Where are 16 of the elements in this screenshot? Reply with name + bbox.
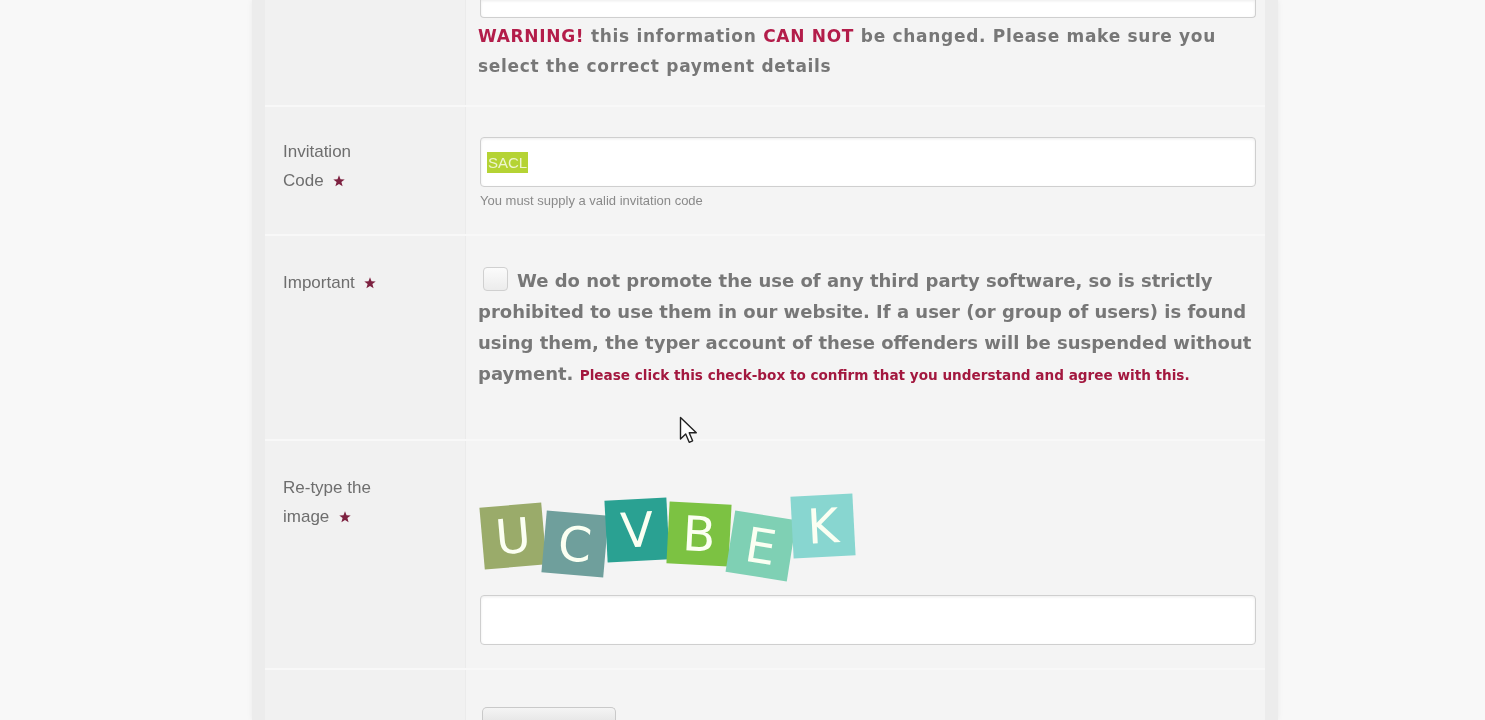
- captcha-letter-tile: K: [790, 493, 856, 559]
- captcha-letter-tile: C: [541, 510, 609, 578]
- field-label: Re-type the image: [283, 478, 371, 526]
- text-input-field[interactable]: [480, 0, 1256, 18]
- field-label: Important: [283, 273, 355, 292]
- field-hint: You must supply a valid invitation code: [480, 193, 704, 208]
- field-label: Invitation Code: [283, 142, 352, 190]
- warning-text: WARNING! this information CAN NOT be changed. Please make sure you select the correct payment details: [478, 25, 1218, 78]
- captcha-letter-tile: B: [666, 501, 732, 567]
- input-value: SACL: [487, 151, 529, 173]
- checkbox-icon[interactable]: [483, 267, 508, 291]
- agreement-checkbox[interactable]: We do not promote the use of any third party software, so is strictly prohibited to use them in our website. If a user (or group of users) is found using them, the typer account of these offenders will be suspended without payment. Please click this check-box to confirm that you understand and agree with this.: [478, 265, 1256, 391]
- captcha-letter-tile: U: [479, 502, 547, 570]
- captcha-answer-field[interactable]: [480, 595, 1256, 645]
- captcha-letter-tile: V: [604, 497, 670, 563]
- form-button[interactable]: [482, 707, 616, 720]
